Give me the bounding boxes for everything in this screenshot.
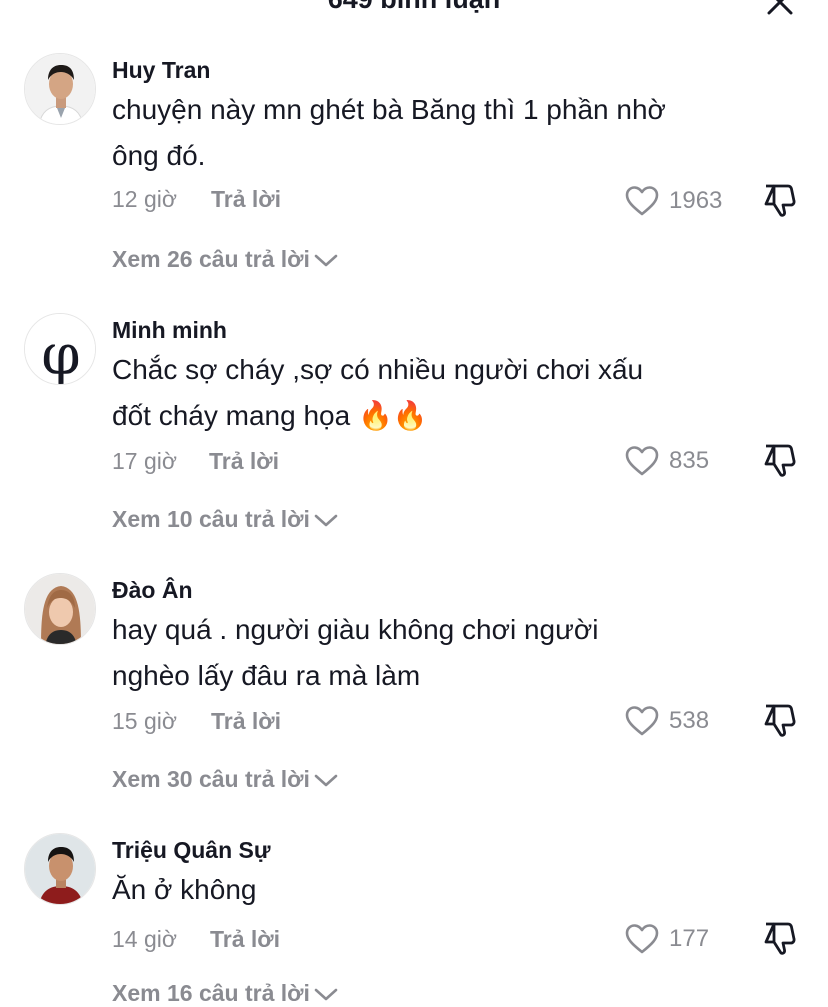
comment-time: 17 giờ bbox=[112, 448, 177, 474]
thumbs-down-icon[interactable] bbox=[762, 442, 798, 478]
view-replies-button[interactable]: Xem 30 câu trả lời bbox=[112, 766, 338, 793]
like-count: 835 bbox=[669, 447, 710, 474]
like-count: 177 bbox=[669, 925, 710, 952]
heart-outline-icon[interactable] bbox=[624, 923, 660, 955]
comment-time: 14 giờ bbox=[112, 926, 177, 952]
heart-outline-icon[interactable] bbox=[624, 705, 660, 737]
comment-count-title: 649 bình luận bbox=[0, 0, 828, 15]
comment-text: Ăn ở không bbox=[112, 874, 257, 905]
reply-button[interactable]: Trả lời bbox=[209, 448, 279, 475]
comment-text: hay quá . người giàu không chơi người ng… bbox=[112, 614, 599, 691]
comment-username[interactable]: Minh minh bbox=[112, 317, 227, 344]
view-replies-label: Xem 16 câu trả lời bbox=[112, 980, 310, 1006]
comment-time: 15 giờ bbox=[112, 708, 177, 734]
close-icon[interactable] bbox=[766, 0, 794, 16]
avatar[interactable] bbox=[24, 573, 96, 645]
avatar[interactable]: φ bbox=[24, 313, 96, 385]
svg-text:φ: φ bbox=[41, 323, 80, 385]
view-replies-button[interactable]: Xem 10 câu trả lời bbox=[112, 506, 338, 533]
comment-username[interactable]: Triệu Quân Sự bbox=[112, 837, 271, 864]
comment-username[interactable]: Đào Ân bbox=[112, 577, 193, 604]
reply-button[interactable]: Trả lời bbox=[211, 708, 281, 735]
chevron-down-icon bbox=[314, 774, 338, 787]
view-replies-label: Xem 10 câu trả lời bbox=[112, 506, 310, 532]
view-replies-button[interactable]: Xem 16 câu trả lời bbox=[112, 980, 338, 1007]
thumbs-down-icon[interactable] bbox=[762, 182, 798, 218]
chevron-down-icon bbox=[314, 988, 338, 1001]
reply-button[interactable]: Trả lời bbox=[210, 926, 280, 953]
chevron-down-icon bbox=[314, 254, 338, 267]
view-replies-label: Xem 30 câu trả lời bbox=[112, 766, 310, 792]
comment-time: 12 giờ bbox=[112, 186, 177, 212]
comments-header: 649 bình luận bbox=[0, 0, 828, 20]
comment-text: Chắc sợ cháy ,sợ có nhiều người chơi xấu… bbox=[112, 354, 644, 431]
heart-outline-icon[interactable] bbox=[624, 185, 660, 217]
reply-button[interactable]: Trả lời bbox=[211, 186, 281, 213]
comment-text: chuyện này mn ghét bà Băng thì 1 phần nh… bbox=[112, 94, 666, 171]
avatar[interactable] bbox=[24, 53, 96, 125]
chevron-down-icon bbox=[314, 514, 338, 527]
heart-outline-icon[interactable] bbox=[624, 445, 660, 477]
thumbs-down-icon[interactable] bbox=[762, 702, 798, 738]
comment-username[interactable]: Huy Tran bbox=[112, 57, 210, 84]
like-count: 538 bbox=[669, 707, 710, 734]
view-replies-button[interactable]: Xem 26 câu trả lời bbox=[112, 246, 338, 273]
thumbs-down-icon[interactable] bbox=[762, 920, 798, 956]
like-count: 1963 bbox=[669, 187, 723, 214]
avatar[interactable] bbox=[24, 833, 96, 905]
view-replies-label: Xem 26 câu trả lời bbox=[112, 246, 310, 272]
